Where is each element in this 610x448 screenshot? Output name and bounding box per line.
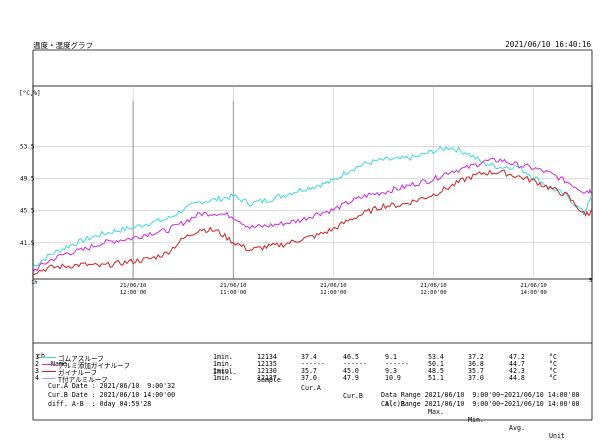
- y-tick-label: 53.5: [20, 143, 35, 150]
- y-tick-label: 45.5: [20, 208, 35, 215]
- data-range-value: 2021/06/10 9:00'00~2021/06/10 14:00'00: [424, 391, 580, 399]
- y-tick-label: 49.5: [20, 175, 35, 182]
- series-line-1: [32, 146, 593, 268]
- series-line-3: [32, 169, 593, 276]
- y-tick-label: 41.5: [20, 240, 35, 247]
- x-end-label: 5: [589, 278, 592, 284]
- x-tick-date: 21/06/10: [120, 283, 147, 289]
- x-tick-time: 12:00'00: [320, 290, 347, 296]
- cell-intvl: 1min.: [213, 374, 233, 382]
- col-curb: Cur.B: [343, 392, 363, 400]
- cell-curb: 47.9: [343, 374, 359, 382]
- calc-range-label: Calc Range: [381, 400, 421, 408]
- series-swatch: [42, 364, 56, 365]
- x-tick-time: 14:00'00: [520, 290, 547, 296]
- col-min: Min.: [468, 416, 484, 424]
- cell-cura: 37.0: [301, 374, 317, 382]
- col-cura: Cur.A: [301, 384, 321, 392]
- cell-ab: 10.9: [385, 374, 401, 382]
- x-tick-date: 21/06/10: [320, 283, 347, 289]
- x-tick-time: 12:00'00: [420, 290, 447, 296]
- cur-b-value: : 2021/06/10 14:00'00: [91, 391, 176, 399]
- col-max: Max.: [428, 408, 444, 416]
- col-unit: Unit: [549, 432, 565, 440]
- data-range-label: Data Range: [381, 391, 421, 399]
- unit-label: [°C,%]: [19, 90, 41, 97]
- diff-label: diff. A-B: [48, 400, 84, 408]
- x-tick-time: 11:00'00: [220, 290, 247, 296]
- cell-ch: 4: [35, 374, 39, 382]
- series-swatch: [42, 378, 56, 379]
- cur-b-label: Cur.B Date: [48, 391, 88, 399]
- x-tick-time: 12:00'00: [120, 290, 147, 296]
- cell-min: 37.0: [468, 374, 484, 382]
- cur-a-date: Cur.A Date : 2021/06/10 9:00'32: [48, 382, 175, 390]
- calc-range-value: 2021/06/10 9:00'00~2021/06/10 14:00'00: [424, 400, 580, 408]
- plot-area: [32, 85, 593, 280]
- cur-a-value: : 2021/06/10 9:00'32: [91, 382, 176, 390]
- x-tick-date: 21/06/10: [520, 283, 547, 289]
- x-tick-date: 21/06/10: [220, 283, 247, 289]
- series-swatch: [42, 371, 56, 372]
- diff-value: : 0day 04:59'28: [91, 400, 152, 408]
- cell-sample: 12137: [257, 374, 277, 382]
- series-swatch: [42, 357, 56, 358]
- cell-unit: °C: [549, 374, 557, 382]
- cell-avg: 44.8: [509, 374, 525, 382]
- diff-ab: diff. A-B : 0day 04:59'28: [48, 400, 151, 408]
- cur-b-date: Cur.B Date : 2021/06/10 14:00'00: [48, 391, 175, 399]
- cur-a-label: Cur.A Date: [48, 382, 88, 390]
- x-start-label: 1h: [31, 280, 38, 286]
- x-tick-date: 21/06/10: [420, 283, 447, 289]
- cell-max: 51.1: [428, 374, 444, 382]
- calc-range: Calc Range 2021/06/10 9:00'00~2021/06/10…: [381, 400, 580, 408]
- data-range: Data Range 2021/06/10 9:00'00~2021/06/10…: [381, 391, 580, 399]
